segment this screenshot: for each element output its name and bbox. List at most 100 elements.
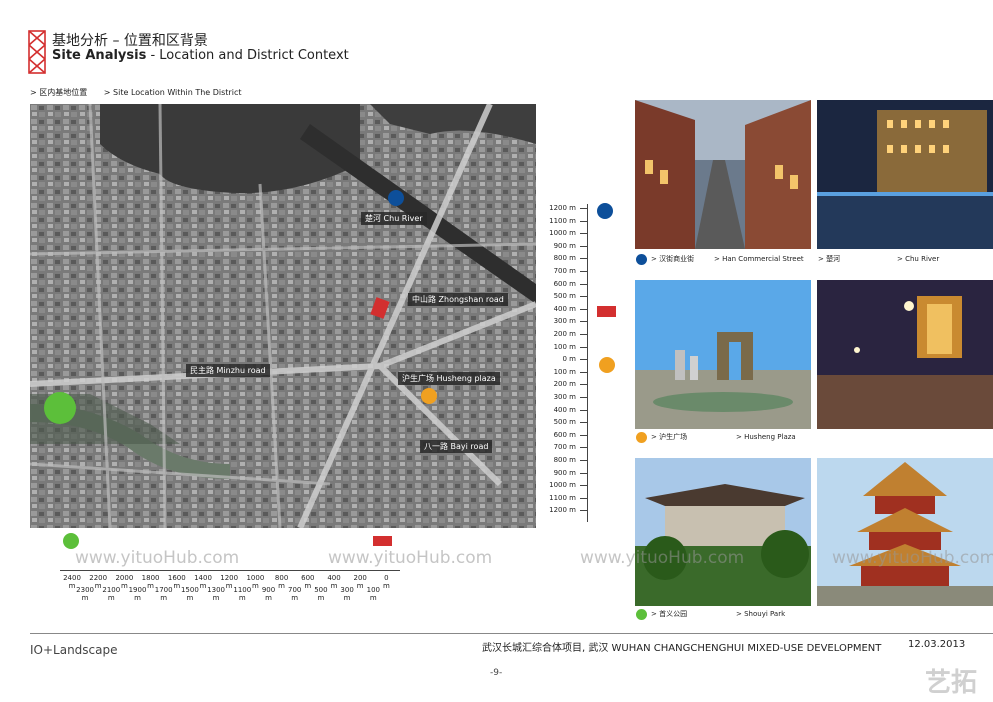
vertical-scale-label: 300 m (553, 393, 576, 401)
scale-husheng-dot (599, 357, 615, 373)
page-number: -9- (490, 668, 503, 678)
caption-han-street-en: > Han Commercial Street (714, 255, 804, 263)
vertical-scale-label: 600 m (553, 279, 576, 288)
footer-divider (30, 633, 993, 634)
husheng-plaza-marker (421, 388, 437, 404)
map-label-minzhu-road: 民主路 Minzhu road (186, 364, 270, 377)
vertical-scale: 1200 m 1100 m 1000 m 900 m 800 m 700 m 600 m 50… (540, 204, 588, 528)
vertical-scale-tick (580, 220, 588, 222)
vertical-scale-tick (580, 434, 588, 436)
vertical-scale-tick (580, 334, 588, 335)
caption-han-street-cn: > 汉街商业街 (651, 255, 695, 263)
photo-yellow-crane-tower (817, 458, 993, 606)
vertical-scale-label: 800 m (553, 456, 576, 464)
watermark-2: www.yituoHub.com (328, 548, 493, 568)
footer-project: 武汉长城汇综合体项目, 武汉 WUHAN CHANGCHENGHUI MIXED… (482, 643, 882, 654)
photo-husheng-plaza (635, 280, 811, 429)
vertical-scale-label: 300 m (553, 317, 576, 326)
page-title-en: Site Analysis - Location and District Co… (52, 48, 349, 63)
vertical-scale-label: 1200 m (549, 204, 576, 212)
caption-chu-river-cn: > 楚河 (818, 255, 841, 263)
vertical-scale-tick (580, 497, 588, 499)
vertical-scale-tick (580, 409, 588, 411)
section-subhead: > 区内基地位置 > Site Location Within The Dist… (30, 87, 255, 98)
vertical-scale-tick (580, 208, 588, 209)
page-title-en-bold: Site Analysis (52, 48, 147, 63)
photo-chu-river (817, 100, 993, 249)
horizontal-scale-axis (60, 570, 400, 571)
vertical-scale-label: 900 m (553, 241, 576, 250)
vertical-scale-tick (580, 283, 588, 285)
vertical-scale-label: 700 m (553, 443, 576, 452)
vertical-scale-label: 500 m (553, 418, 576, 427)
photo-husheng-night (817, 280, 993, 429)
subhead-cn: > 区内基地位置 (30, 88, 88, 97)
watermark-4: www.yituoHub.com (832, 548, 993, 568)
caption-husheng-en: > Husheng Plaza (736, 433, 796, 441)
caption-han-street-dot (636, 254, 647, 265)
vertical-scale-label: 1200 m (549, 506, 576, 515)
vertical-scale-tick (580, 233, 588, 235)
page-title-cn: 基地分析 – 位置和区背景 (52, 33, 208, 49)
scale-shouyi-dot (63, 533, 79, 549)
header-logo-icon (28, 30, 46, 74)
photo-shouyi-park (635, 458, 811, 606)
vertical-scale-tick (580, 422, 588, 424)
vertical-scale-tick (580, 359, 588, 361)
horizontal-scale: 2400 m 2300 m 2200 m 2100 m 2000 m 1900 m 1800 m 1700 m… (60, 566, 400, 606)
aerial-map: 楚河 Chu River 中山路 Zhongshan road 民主路 Minz… (30, 104, 536, 528)
brand-logo: 艺拓 (925, 668, 978, 698)
map-label-zhongshan-road: 中山路 Zhongshan road (408, 293, 508, 306)
vertical-scale-tick (580, 384, 588, 386)
vertical-scale-label: 200 m (553, 380, 576, 389)
vertical-scale-label: 400 m (553, 405, 576, 414)
photo-han-street (635, 100, 811, 249)
vertical-scale-label: 800 m (553, 254, 576, 263)
watermark-3: www.yituoHub.com (580, 548, 745, 568)
vertical-scale-tick (580, 447, 588, 449)
vertical-scale-axis (587, 204, 588, 522)
scale-site-marker-h (373, 536, 392, 546)
vertical-scale-label: 200 m (553, 330, 576, 338)
caption-shouyi-cn: > 首义公园 (651, 610, 688, 618)
vertical-scale-tick (580, 485, 588, 487)
footer-date: 12.03.2013 (908, 639, 966, 650)
vertical-scale-tick (580, 271, 588, 272)
vertical-scale-label: 1000 m (549, 481, 576, 490)
vertical-scale-tick (580, 371, 588, 373)
vertical-scale-tick (580, 321, 588, 323)
vertical-scale-label: 1100 m (549, 216, 576, 225)
caption-husheng-dot (636, 432, 647, 443)
caption-shouyi-en: > Shouyi Park (736, 610, 786, 618)
vertical-scale-tick (580, 510, 588, 512)
vertical-scale-label: 500 m (553, 292, 576, 301)
vertical-scale-label: 1100 m (549, 493, 576, 502)
vertical-scale-tick (580, 296, 588, 298)
subhead-en: > Site Location Within The District (103, 88, 242, 97)
watermark-1: www.yituoHub.com (75, 548, 240, 568)
vertical-scale-label: 100 m (553, 367, 576, 376)
vertical-scale-label: 0 m (562, 355, 577, 364)
vertical-scale-label: 900 m (553, 468, 576, 477)
map-label-husheng-plaza: 沪生广场 Husheng plaza (398, 372, 500, 385)
page-title-en-rest: - Location and District Context (146, 48, 349, 63)
footer-logo: IO+Landscape (30, 643, 118, 657)
map-label-bayi-road: 八一路 Bayi road (420, 440, 493, 453)
aerial-map-image (30, 104, 536, 528)
vertical-scale-tick (580, 397, 588, 398)
vertical-scale-tick (580, 245, 588, 247)
vertical-scale-label: 600 m (553, 430, 576, 439)
caption-chu-river-en: > Chu River (897, 255, 940, 263)
vertical-scale-label: 1000 m (549, 229, 576, 238)
scale-chu-river-dot (597, 203, 613, 219)
vertical-scale-tick (580, 460, 588, 461)
vertical-scale-tick (580, 308, 588, 310)
vertical-scale-label: 400 m (553, 304, 576, 313)
map-label-chu-river: 楚河 Chu River (361, 212, 427, 225)
chu-river-marker (388, 190, 404, 206)
caption-husheng-cn: > 沪生广场 (651, 433, 688, 441)
shouyi-park-marker (44, 392, 76, 424)
vertical-scale-tick (580, 346, 588, 348)
vertical-scale-label: 100 m (553, 342, 576, 351)
vertical-scale-label: 700 m (553, 267, 576, 275)
